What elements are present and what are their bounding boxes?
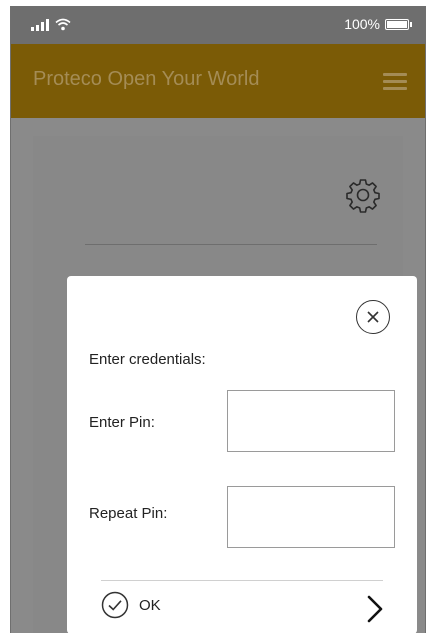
ok-label: OK	[139, 596, 161, 614]
chevron-right-icon[interactable]	[363, 593, 387, 625]
gear-icon[interactable]	[345, 177, 381, 213]
check-circle-icon	[101, 591, 129, 619]
enter-pin-input[interactable]	[227, 390, 395, 452]
close-icon	[367, 311, 379, 323]
divider	[85, 244, 377, 245]
app-bar: Proteco Open Your World	[11, 44, 425, 118]
signal-icon	[31, 19, 49, 31]
repeat-pin-label: Repeat Pin:	[89, 505, 168, 522]
status-left	[31, 18, 71, 31]
dialog-footer-divider	[101, 580, 383, 581]
phone-screen: 100% Proteco Open Your World Enter crede…	[10, 6, 426, 633]
status-bar: 100%	[11, 6, 425, 44]
close-button[interactable]	[356, 300, 390, 334]
credentials-dialog: Enter credentials: Enter Pin: Repeat Pin…	[67, 276, 417, 633]
battery-percent: 100%	[344, 16, 380, 32]
menu-icon[interactable]	[383, 73, 407, 90]
app-title: Proteco Open Your World	[33, 68, 260, 90]
dialog-heading: Enter credentials:	[89, 351, 206, 368]
wifi-icon	[55, 18, 71, 31]
battery-icon	[385, 18, 412, 30]
ok-button[interactable]: OK	[101, 591, 161, 619]
status-right: 100%	[344, 16, 412, 32]
enter-pin-label: Enter Pin:	[89, 414, 155, 431]
repeat-pin-input[interactable]	[227, 486, 395, 548]
